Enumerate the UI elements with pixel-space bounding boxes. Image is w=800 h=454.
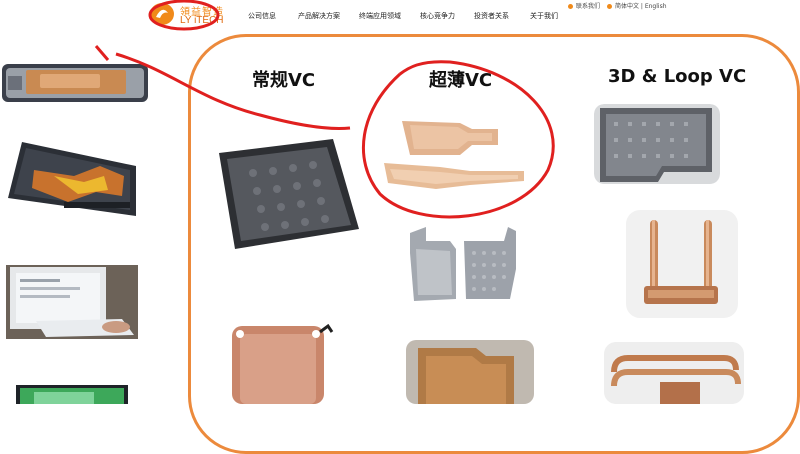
ultrathin-circle-annotation bbox=[361, 60, 555, 219]
arrow-head-annotation bbox=[94, 45, 110, 61]
arrow-line-annotation bbox=[115, 52, 351, 130]
red-annotation-overlay bbox=[94, 0, 555, 219]
logo-circle-annotation bbox=[148, 0, 220, 31]
